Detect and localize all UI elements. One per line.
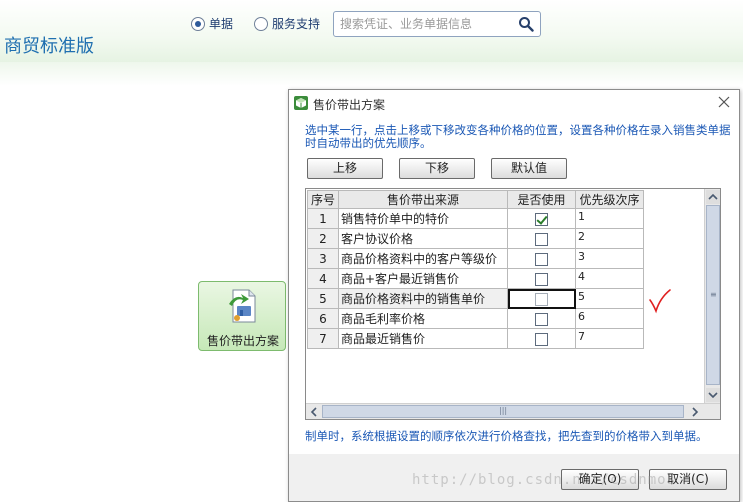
row-used-cell[interactable] [507,208,576,229]
row-source[interactable]: 商品+客户最近销售价 [338,268,508,289]
dialog-title: 售价带出方案 [313,98,386,112]
col-header-used[interactable]: 是否使用 [507,190,576,209]
red-check-annotation-icon [649,289,671,314]
radio-documents[interactable]: 单据 [191,15,233,32]
vertical-scrollbar[interactable]: ≡ [704,189,720,403]
vertical-scroll-thumb[interactable]: ≡ [706,205,720,385]
move-up-button[interactable]: 上移 [307,158,383,179]
radio-service[interactable]: 服务支持 [254,15,320,32]
row-no: 4 [307,268,339,289]
row-used-cell[interactable] [507,228,576,249]
row-priority: 2 [575,228,644,249]
checkbox-checked-icon[interactable] [535,212,548,226]
horizontal-scroll-thumb[interactable]: ||| [322,405,684,418]
row-source[interactable]: 商品价格资料中的客户等级价 [338,248,508,269]
app-title: 商贸标准版 [4,36,94,57]
row-priority: 1 [575,208,644,229]
table-row-selected[interactable]: 5 商品价格资料中的销售单价 5 [307,288,644,309]
default-button[interactable]: 默认值 [491,158,567,179]
row-no: 5 [307,288,339,309]
table-row[interactable]: 3 商品价格资料中的客户等级价 3 [307,248,644,269]
scroll-left-icon[interactable] [307,405,321,419]
col-header-priority[interactable]: 优先级次序 [575,190,644,209]
app-cube-icon [294,96,308,110]
table-header-row: 序号 售价带出来源 是否使用 优先级次序 [307,190,644,209]
close-icon[interactable] [717,95,731,109]
table-row[interactable]: 6 商品毛利率价格 6 [307,308,644,329]
scroll-down-icon[interactable] [706,388,720,402]
price-source-table: 序号 售价带出来源 是否使用 优先级次序 1 销售特价单中的特价 1 2 客户协… [307,190,644,349]
table-row[interactable]: 2 客户协议价格 2 [307,228,644,249]
row-source[interactable]: 销售特价单中的特价 [338,208,508,229]
checkbox-icon[interactable] [535,252,548,266]
row-no: 7 [307,328,339,349]
row-priority: 5 [575,288,644,309]
row-source[interactable]: 商品毛利率价格 [338,308,508,329]
row-priority: 7 [575,328,644,349]
dialog-footer-hint: 制单时，系统根据设置的顺序依次进行价格查找，把先查到的价格带入到单据。 [305,429,708,443]
col-header-no[interactable]: 序号 [307,190,339,209]
row-used-cell[interactable] [507,308,576,329]
row-source[interactable]: 商品价格资料中的销售单价 [338,288,508,309]
row-no: 1 [307,208,339,229]
row-priority: 4 [575,268,644,289]
banner-fade [0,62,743,86]
checkbox-icon[interactable] [535,292,548,306]
row-used-cell[interactable] [507,268,576,289]
row-used-cell-focused[interactable] [507,288,576,309]
price-scheme-dialog: 售价带出方案 选中某一行，点击上移或下移改变各种价格的位置，设置各种价格在录入销… [288,89,740,502]
row-used-cell[interactable] [507,248,576,269]
col-header-source[interactable]: 售价带出来源 [338,190,508,209]
dialog-hint: 选中某一行，点击上移或下移改变各种价格的位置，设置各种价格在录入销售类单据时自动… [305,123,731,150]
table-row[interactable]: 7 商品最近销售价 7 [307,328,644,349]
checkbox-icon[interactable] [535,232,548,246]
table-row[interactable]: 4 商品+客户最近销售价 4 [307,268,644,289]
move-down-button[interactable]: 下移 [399,158,475,179]
radio-service-label: 服务支持 [272,17,321,31]
horizontal-scrollbar[interactable]: ||| [306,403,720,419]
row-priority: 3 [575,248,644,269]
checkbox-icon[interactable] [535,332,548,346]
radio-documents-label: 单据 [209,17,234,31]
checkbox-icon[interactable] [535,272,548,286]
radio-selected-icon[interactable] [191,16,205,31]
scroll-up-icon[interactable] [706,190,720,204]
row-no: 2 [307,228,339,249]
search-box[interactable] [333,11,541,37]
search-input[interactable] [340,16,510,32]
grip-icon: ||| [499,406,508,415]
row-used-cell[interactable] [507,328,576,349]
row-source[interactable]: 客户协议价格 [338,228,508,249]
row-priority: 6 [575,308,644,329]
document-price-icon [229,289,256,323]
checkbox-icon[interactable] [535,312,548,326]
scroll-right-icon[interactable] [688,405,702,419]
price-scheme-tile[interactable]: 售价带出方案 [198,281,286,351]
dialog-titlebar[interactable]: 售价带出方案 [289,90,739,116]
row-no: 6 [307,308,339,329]
watermark: http://blog.csdn.net/csdnmos [412,472,677,488]
tile-label: 售价带出方案 [206,334,279,348]
table-row[interactable]: 1 销售特价单中的特价 1 [307,208,644,229]
grip-icon: ≡ [710,290,717,299]
row-no: 3 [307,248,339,269]
dialog-body: 选中某一行，点击上移或下移改变各种价格的位置，设置各种价格在录入销售类单据时自动… [289,116,739,454]
search-icon[interactable] [518,16,534,32]
radio-unselected-icon[interactable] [254,16,268,31]
row-source[interactable]: 商品最近销售价 [338,328,508,349]
